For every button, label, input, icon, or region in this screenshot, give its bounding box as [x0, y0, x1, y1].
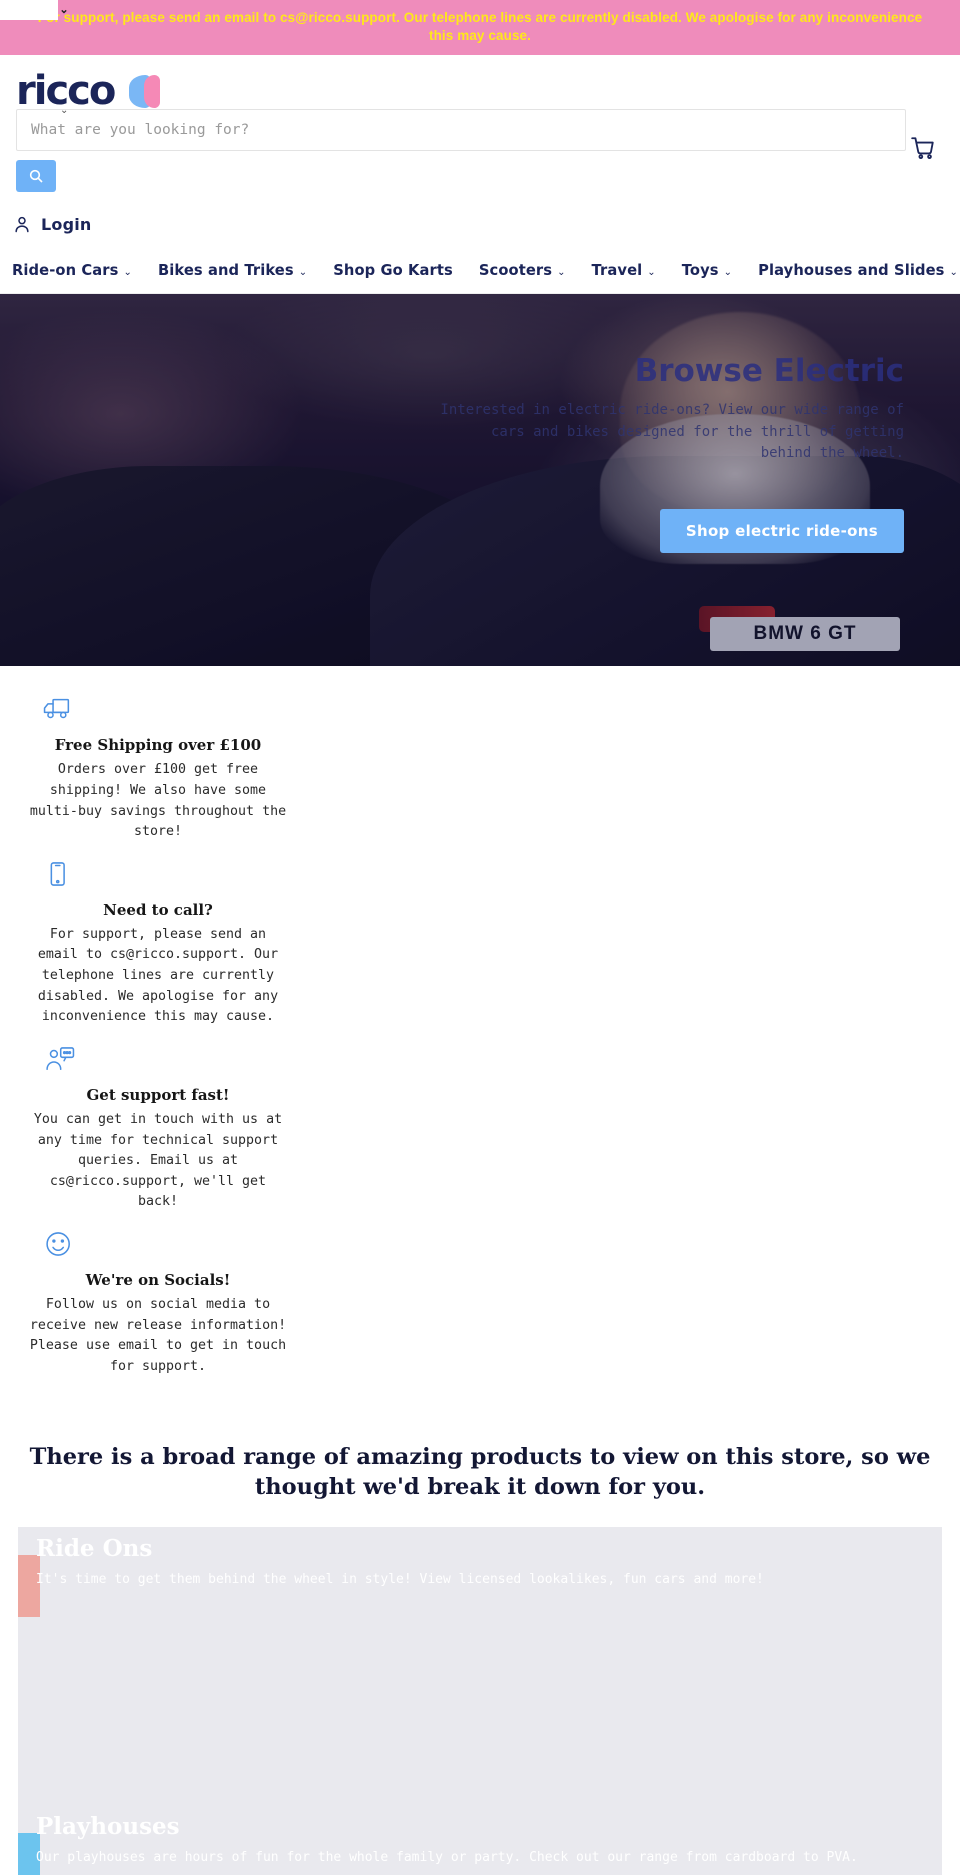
chevron-down-icon: ⌄ — [298, 267, 308, 279]
search-row: ⌄ — [0, 105, 960, 193]
logo-area[interactable]: ricco — [0, 55, 960, 113]
category-description: It's time to get them behind the wheel i… — [36, 1572, 764, 1588]
hero-subtitle: Interested in electric ride-ons? View ou… — [440, 402, 904, 462]
chevron-down-icon: ⌄ — [647, 267, 656, 279]
feature-body: You can get in touch with us at any time… — [33, 1111, 283, 1210]
nav-label: Playhouses and Slides — [758, 262, 945, 280]
search-field[interactable] — [16, 109, 906, 152]
person-icon — [12, 214, 32, 234]
feature-title: Get support fast! — [86, 1085, 230, 1104]
search-input[interactable] — [31, 122, 891, 139]
nav-label: Ride-on Cars — [12, 262, 119, 280]
feature-on-socials: We're on Socials! Follow us on social me… — [28, 1229, 288, 1377]
feature-title: Need to call? — [103, 900, 213, 919]
chevron-down-icon: ⌄ — [949, 267, 958, 279]
category-body: Ride Ons It's time to get them behind th… — [18, 1527, 942, 1590]
announcement-bar: ⌄ For support, please send an email to c… — [0, 0, 960, 56]
nav-item-ride-on-cars[interactable]: Ride-on Cars ⌄ — [12, 262, 132, 279]
category-card-ride-ons[interactable]: Ride Ons It's time to get them behind th… — [18, 1526, 942, 1805]
nav-label: Bikes and Trikes — [157, 262, 294, 280]
search-submit-button[interactable] — [16, 160, 56, 193]
delivery-truck-icon — [42, 694, 288, 724]
category-section: Ride Ons It's time to get them behind th… — [0, 1526, 960, 1875]
nav-label: Scooters — [478, 262, 553, 280]
category-body: Playhouses Our playhouses are hours of f… — [18, 1805, 942, 1868]
feature-free-shipping: Free Shipping over £100 Orders over £100… — [28, 694, 288, 842]
logo-pink-shape — [144, 75, 160, 109]
feature-body: Orders over £100 get free shipping! We a… — [29, 762, 287, 840]
chevron-down-icon: ⌄ — [557, 267, 566, 279]
search-icon — [29, 170, 43, 184]
nav-item-bikes-and-trikes[interactable]: Bikes and Trikes ⌄ — [158, 262, 307, 279]
feature-body: Follow us on social media to receive new… — [29, 1296, 287, 1374]
page-root: ⌄ For support, please send an email to c… — [0, 0, 960, 1875]
support-chat-icon — [42, 1044, 288, 1074]
mobile-phone-icon — [42, 859, 288, 889]
nav-item-scooters[interactable]: Scooters ⌄ — [479, 262, 566, 279]
announcement-chevron-icon[interactable]: ⌄ — [58, 4, 70, 16]
browser-overlay-artifact — [0, 0, 58, 20]
primary-navigation: Ride-on Cars ⌄ Bikes and Trikes ⌄ Shop G… — [0, 234, 960, 295]
shopping-cart-icon — [911, 137, 934, 160]
feature-title: Free Shipping over £100 — [54, 736, 262, 755]
search-chevron-down-icon[interactable]: ⌄ — [60, 105, 68, 116]
hero-overlay-tint — [0, 294, 960, 667]
chevron-down-icon: ⌄ — [723, 267, 733, 279]
nav-item-shop-go-karts[interactable]: Shop Go Karts — [333, 262, 453, 279]
feature-need-to-call: Need to call? For support, please send a… — [28, 859, 288, 1028]
nav-item-toys[interactable]: Toys ⌄ — [682, 262, 732, 279]
login-label: Login — [41, 214, 92, 234]
feature-get-support-fast: Get support fast! You can get in touch w… — [28, 1044, 288, 1213]
features-section: Free Shipping over £100 Orders over £100… — [0, 666, 960, 1377]
smiley-face-icon — [42, 1229, 288, 1259]
chevron-down-icon: ⌄ — [123, 267, 132, 279]
account-login-link[interactable]: Login — [0, 192, 960, 234]
hero-title: Browse Electric — [634, 353, 904, 390]
hero-banner: BMW 6 GT Browse Electric Interested in e… — [0, 294, 960, 667]
broad-range-heading: There is a broad range of amazing produc… — [29, 1444, 931, 1501]
nav-item-travel[interactable]: Travel ⌄ — [592, 262, 656, 279]
shop-electric-ride-ons-button[interactable]: Shop electric ride-ons — [659, 509, 904, 554]
category-title: Ride Ons — [36, 1534, 153, 1562]
nav-label: Toys — [681, 262, 719, 280]
nav-label: Travel — [591, 262, 643, 280]
category-card-playhouses[interactable]: Playhouses Our playhouses are hours of f… — [18, 1804, 942, 1875]
nav-label: Shop Go Karts — [333, 262, 453, 280]
cart-button[interactable] — [910, 135, 936, 161]
hero-copy: Browse Electric Interested in electric r… — [434, 354, 904, 465]
feature-title: We're on Socials! — [85, 1270, 231, 1289]
feature-body: For support, please send an email to cs@… — [37, 926, 279, 1025]
category-description: Our playhouses are hours of fun for the … — [36, 1850, 858, 1866]
announcement-text: For support, please send an email to cs@… — [37, 10, 923, 44]
ricco-logo[interactable]: ricco — [16, 69, 166, 113]
nav-item-playhouses-and-slides[interactable]: Playhouses and Slides ⌄ — [758, 262, 958, 279]
site-header: ricco ⌄ What are you looking for? Login … — [0, 55, 960, 295]
category-title: Playhouses — [36, 1812, 180, 1840]
